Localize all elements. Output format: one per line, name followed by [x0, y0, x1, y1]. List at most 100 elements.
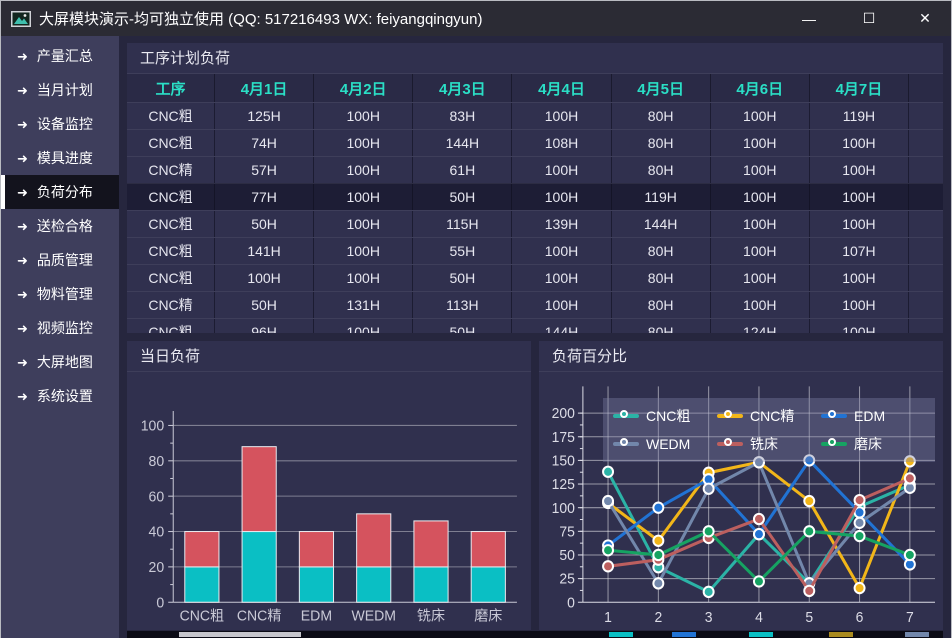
y-tick-label: 80 [149, 454, 165, 470]
arrow-icon: ➜ [17, 356, 28, 369]
sidebar-item-6[interactable]: ➜品质管理 [1, 243, 119, 277]
table-row[interactable]: CNC粗100H100H50H100H80H100H100H [127, 264, 943, 291]
table-cell: 144H [413, 130, 512, 156]
sidebar-item-7[interactable]: ➜物料管理 [1, 277, 119, 311]
x-category-label: 铣床 [417, 608, 445, 625]
sidebar-item-label: 模具进度 [37, 148, 93, 168]
table-cell: 100H [711, 265, 810, 291]
table-cell-filler [909, 103, 943, 129]
x-tick-label: 6 [856, 610, 864, 626]
legend-item-磨床[interactable]: 磨床 [821, 434, 925, 454]
arrow-icon: ➜ [17, 84, 28, 97]
table-row[interactable]: CNC精50H131H113H100H80H100H100H [127, 291, 943, 318]
legend-marker [613, 410, 639, 422]
table-header-cell: 4月4日 [512, 74, 611, 102]
data-point [804, 586, 814, 596]
table-cell: 139H [512, 211, 611, 237]
bar-segment-top [299, 532, 333, 567]
sidebar-item-8[interactable]: ➜视频监控 [1, 311, 119, 345]
legend-label: WEDM [646, 436, 690, 452]
legend-item-WEDM[interactable]: WEDM [613, 434, 717, 454]
sidebar-item-label: 物料管理 [37, 284, 93, 304]
arrow-icon: ➜ [17, 186, 28, 199]
table-cell: 100H [314, 211, 413, 237]
legend-item-CNC粗[interactable]: CNC粗 [613, 406, 717, 426]
legend-marker [613, 438, 639, 450]
legend-item-铣床[interactable]: 铣床 [717, 434, 821, 454]
sidebar-item-4[interactable]: ➜负荷分布 [1, 175, 119, 209]
table-cell-filler [909, 184, 943, 210]
table-cell: 100H [810, 292, 909, 318]
x-category-label: CNC精 [237, 608, 282, 625]
table-cell-filler [909, 238, 943, 264]
legend-dot-icon [620, 410, 628, 418]
sidebar-item-0[interactable]: ➜产量汇总 [1, 39, 119, 73]
table-cell: 100H [810, 319, 909, 333]
window-titlebar[interactable]: 大屏模块演示-均可独立使用 (QQ: 517216493 WX: feiyang… [1, 1, 951, 36]
data-point [603, 545, 613, 555]
table-cell: CNC粗 [127, 130, 215, 156]
sidebar-item-2[interactable]: ➜设备监控 [1, 107, 119, 141]
sidebar-item-10[interactable]: ➜系统设置 [1, 379, 119, 413]
window-content: ➜产量汇总➜当月计划➜设备监控➜模具进度➜负荷分布➜送检合格➜品质管理➜物料管理… [1, 36, 951, 638]
table-cell: 107H [810, 238, 909, 264]
table-cell: 115H [413, 211, 512, 237]
table-row[interactable]: CNC精57H100H61H100H80H100H100H [127, 156, 943, 183]
sidebar-item-9[interactable]: ➜大屏地图 [1, 345, 119, 379]
legend-label: 铣床 [750, 434, 778, 454]
close-button[interactable]: ✕ [899, 1, 951, 36]
table-cell: 100H [810, 157, 909, 183]
table-header-cell: 4月3日 [413, 74, 512, 102]
table-cell: CNC精 [127, 292, 215, 318]
line-chart-legend: CNC粗 CNC精 EDM WEDM 铣床 磨床 [603, 398, 935, 462]
table-row[interactable]: CNC粗96H100H50H144H80H124H100H [127, 318, 943, 333]
table-row[interactable]: CNC粗125H100H83H100H80H100H119H [127, 102, 943, 129]
table-header-cell: 工序 [127, 74, 215, 102]
legend-dot-icon [828, 438, 836, 446]
table-row[interactable]: CNC粗77H100H50H100H119H100H100H [127, 183, 943, 210]
sidebar-item-label: 送检合格 [37, 216, 93, 236]
data-point [603, 561, 613, 571]
table-cell: CNC粗 [127, 184, 215, 210]
table-cell: CNC粗 [127, 265, 215, 291]
sidebar-item-1[interactable]: ➜当月计划 [1, 73, 119, 107]
data-point [653, 578, 663, 588]
bar-segment-bottom [414, 567, 448, 602]
panel-title-process-plan-load: 工序计划负荷 [127, 43, 943, 74]
table-row[interactable]: CNC粗141H100H55H100H80H100H107H [127, 237, 943, 264]
sidebar-item-3[interactable]: ➜模具进度 [1, 141, 119, 175]
sidebar-item-label: 产量汇总 [37, 46, 93, 66]
y-tick-label: 60 [149, 489, 165, 505]
bar-chart-body: 020406080100CNC粗CNC精EDMWEDM铣床磨床 [127, 372, 531, 630]
table-row[interactable]: CNC粗74H100H144H108H80H100H100H [127, 129, 943, 156]
table-cell: 100H [512, 103, 611, 129]
clipped-legend-chip [829, 632, 853, 637]
table-cell: 100H [512, 184, 611, 210]
sidebar-item-5[interactable]: ➜送检合格 [1, 209, 119, 243]
data-point [603, 467, 613, 477]
x-tick-label: 7 [906, 610, 914, 626]
legend-item-CNC精[interactable]: CNC精 [717, 406, 821, 426]
table-row[interactable]: CNC粗50H100H115H139H144H100H100H [127, 210, 943, 237]
minimize-button[interactable]: — [779, 1, 839, 36]
table-cell: 100H [711, 103, 810, 129]
table-cell: 100H [314, 238, 413, 264]
maximize-button[interactable]: ☐ [839, 1, 899, 36]
y-tick-label: 200 [552, 406, 575, 422]
table-cell-filler [909, 211, 943, 237]
data-point [653, 550, 663, 560]
table-cell: 80H [612, 292, 711, 318]
data-point [855, 583, 865, 593]
table-cell: CNC粗 [127, 103, 215, 129]
y-tick-label: 0 [156, 595, 164, 611]
legend-item-EDM[interactable]: EDM [821, 406, 925, 426]
table-cell: 50H [215, 211, 314, 237]
table-cell: CNC粗 [127, 319, 215, 333]
data-point [754, 576, 764, 586]
table-cell: 100H [711, 184, 810, 210]
table-cell-filler [909, 319, 943, 333]
table-cell: 96H [215, 319, 314, 333]
legend-label: CNC精 [750, 406, 794, 426]
sidebar-item-label: 视频监控 [37, 318, 93, 338]
table-cell-filler [909, 130, 943, 156]
